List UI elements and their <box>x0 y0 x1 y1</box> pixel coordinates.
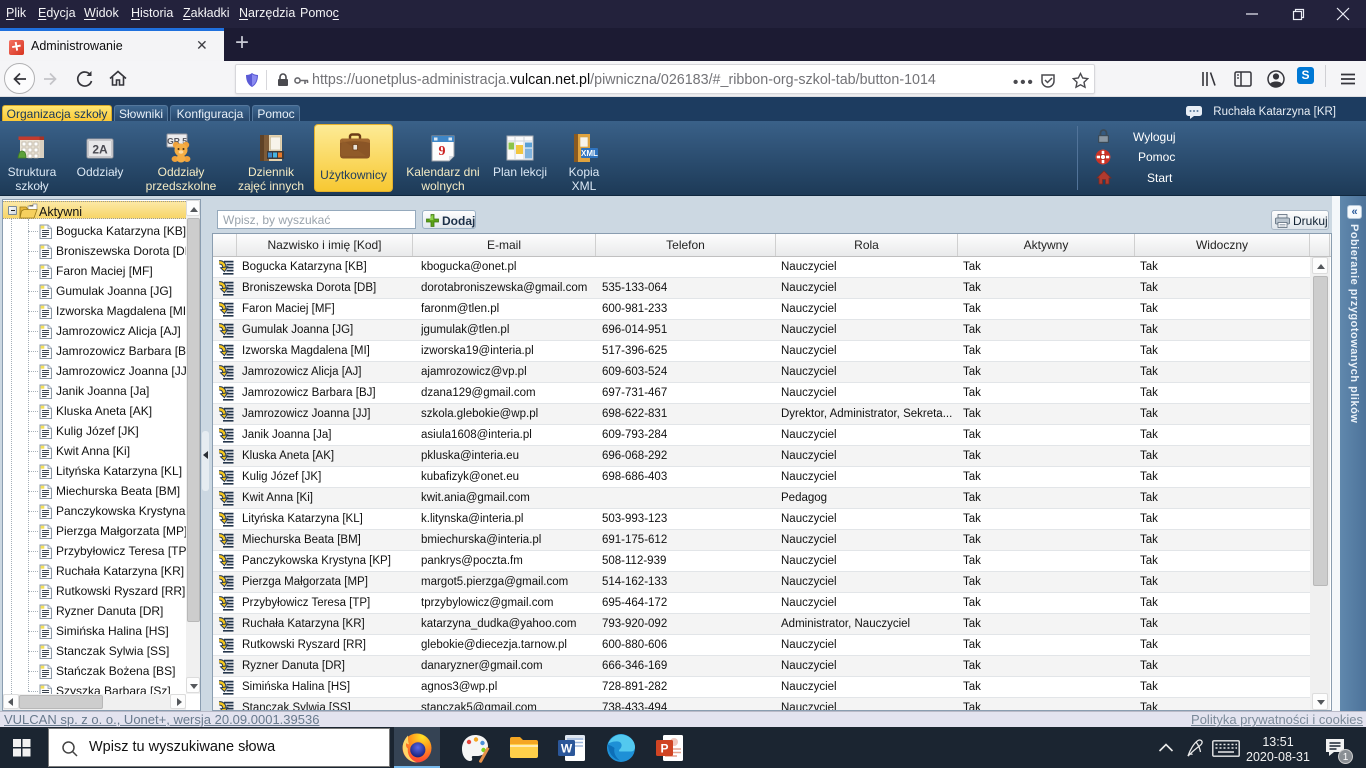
svg-text:9: 9 <box>439 144 446 159</box>
svg-text:W: W <box>561 742 573 756</box>
svg-text:P: P <box>660 742 668 756</box>
svg-text:XML: XML <box>581 149 598 158</box>
svg-text:2A: 2A <box>92 143 108 157</box>
